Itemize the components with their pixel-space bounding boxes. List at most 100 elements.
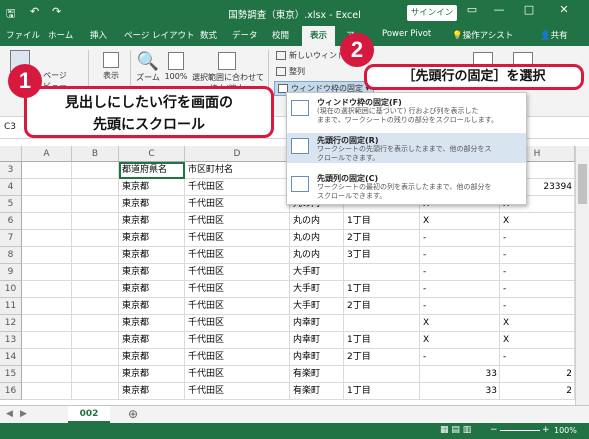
- row-header[interactable]: 12: [0, 315, 22, 332]
- cell[interactable]: 東京都: [119, 332, 185, 349]
- cell[interactable]: [22, 366, 72, 383]
- cell[interactable]: 33: [420, 383, 500, 400]
- prev-sheet-icon[interactable]: ◀: [6, 409, 13, 419]
- row-header[interactable]: 14: [0, 349, 22, 366]
- cell[interactable]: 2: [500, 383, 575, 400]
- row-header[interactable]: 10: [0, 281, 22, 298]
- row-header[interactable]: 9: [0, 264, 22, 281]
- cell[interactable]: [72, 332, 119, 349]
- column-header-b[interactable]: B: [72, 146, 119, 162]
- cell[interactable]: 丸の内: [290, 247, 344, 264]
- maximize-button[interactable]: □: [520, 3, 538, 16]
- cell[interactable]: -: [500, 298, 575, 315]
- signin-button[interactable]: サインイン: [407, 5, 457, 21]
- cell[interactable]: 千代田区: [185, 247, 290, 264]
- row-header[interactable]: 3: [0, 162, 22, 179]
- cell[interactable]: 有楽町: [290, 366, 344, 383]
- cell[interactable]: 東京都: [119, 230, 185, 247]
- cell[interactable]: 2丁目: [344, 230, 420, 247]
- cell[interactable]: 東京都: [119, 366, 185, 383]
- sheet-tab-002[interactable]: 002: [68, 406, 110, 423]
- cell[interactable]: [22, 298, 72, 315]
- row-header[interactable]: 15: [0, 366, 22, 383]
- cell[interactable]: 千代田区: [185, 213, 290, 230]
- undo-icon[interactable]: ↶: [30, 5, 39, 18]
- cell[interactable]: [72, 196, 119, 213]
- cell[interactable]: [22, 315, 72, 332]
- cell[interactable]: 千代田区: [185, 315, 290, 332]
- cell[interactable]: [344, 366, 420, 383]
- cell[interactable]: 1丁目: [344, 332, 420, 349]
- row-header[interactable]: 7: [0, 230, 22, 247]
- cell[interactable]: [344, 264, 420, 281]
- row-header[interactable]: 8: [0, 247, 22, 264]
- show-button[interactable]: 表示: [96, 52, 126, 81]
- freeze-panes-item[interactable]: ウィンドウ枠の固定(F) (現在の選択範囲に基づいて) 行および列を表示した まま…: [287, 95, 526, 125]
- cell[interactable]: -: [420, 264, 500, 281]
- cell[interactable]: [72, 179, 119, 196]
- cell[interactable]: [72, 315, 119, 332]
- row-header[interactable]: 16: [0, 383, 22, 400]
- cell[interactable]: 1丁目: [344, 281, 420, 298]
- cell[interactable]: X: [500, 315, 575, 332]
- cell[interactable]: [72, 162, 119, 179]
- cell[interactable]: 大手町: [290, 298, 344, 315]
- row-header[interactable]: 11: [0, 298, 22, 315]
- minimize-button[interactable]: —: [490, 3, 508, 16]
- cell[interactable]: 千代田区: [185, 332, 290, 349]
- selected-cell-c3[interactable]: 都道府県名: [119, 162, 185, 179]
- cell[interactable]: -: [500, 349, 575, 366]
- cell[interactable]: 大手町: [290, 281, 344, 298]
- cell[interactable]: -: [420, 281, 500, 298]
- redo-icon[interactable]: ↷: [52, 5, 61, 18]
- cell[interactable]: [72, 383, 119, 400]
- tab-file[interactable]: ファイル: [6, 29, 40, 41]
- cell[interactable]: 千代田区: [185, 298, 290, 315]
- tab-tell-me[interactable]: 💡操作アシスト: [452, 29, 513, 41]
- zoom-out-icon[interactable]: −: [490, 425, 498, 435]
- freeze-first-column-item[interactable]: 先頭列の固定(C) ワークシートの最初の列を表示したままで、他の部分を スクロール…: [287, 171, 526, 201]
- cell[interactable]: 大手町: [290, 264, 344, 281]
- cell[interactable]: -: [500, 264, 575, 281]
- cell[interactable]: X: [500, 213, 575, 230]
- cell[interactable]: 東京都: [119, 349, 185, 366]
- cell[interactable]: 東京都: [119, 196, 185, 213]
- cell[interactable]: X: [500, 332, 575, 349]
- cell[interactable]: 3丁目: [344, 247, 420, 264]
- cell[interactable]: [22, 281, 72, 298]
- cell[interactable]: [72, 264, 119, 281]
- row-header[interactable]: 6: [0, 213, 22, 230]
- cell[interactable]: 東京都: [119, 383, 185, 400]
- column-header-d[interactable]: D: [185, 146, 290, 162]
- ribbon-options-icon[interactable]: ▭: [463, 3, 481, 16]
- cell[interactable]: 東京都: [119, 281, 185, 298]
- cell[interactable]: 東京都: [119, 213, 185, 230]
- zoom-slider[interactable]: [500, 430, 540, 431]
- cell[interactable]: X: [420, 213, 500, 230]
- zoom-level[interactable]: 100%: [554, 426, 577, 435]
- cell[interactable]: 市区町村名: [185, 162, 290, 179]
- cell[interactable]: 1丁目: [344, 383, 420, 400]
- tab-formulas[interactable]: 数式: [200, 29, 217, 41]
- cell[interactable]: 千代田区: [185, 179, 290, 196]
- cell[interactable]: 東京都: [119, 298, 185, 315]
- cell[interactable]: [72, 349, 119, 366]
- save-icon[interactable]: 🖫: [6, 5, 15, 24]
- cell[interactable]: 千代田区: [185, 281, 290, 298]
- cell[interactable]: 千代田区: [185, 366, 290, 383]
- tab-insert[interactable]: 挿入: [90, 29, 107, 41]
- cell[interactable]: 内幸町: [290, 315, 344, 332]
- tab-power-pivot[interactable]: Power Pivot: [382, 29, 431, 39]
- cell[interactable]: 丸の内: [290, 230, 344, 247]
- arrange-button[interactable]: 整列: [276, 66, 305, 77]
- cell[interactable]: [22, 332, 72, 349]
- tab-data[interactable]: データ: [232, 29, 258, 41]
- cell[interactable]: [22, 230, 72, 247]
- view-mode-icons[interactable]: ▦ ▤ ▥: [440, 425, 471, 435]
- cell[interactable]: [22, 162, 72, 179]
- cell[interactable]: [22, 264, 72, 281]
- cell[interactable]: [22, 349, 72, 366]
- freeze-top-row-item[interactable]: 先頭行の固定(R) ワークシートの先頭行を表示したままで、他の部分をス クロールで…: [287, 133, 526, 163]
- cell[interactable]: 東京都: [119, 264, 185, 281]
- cell[interactable]: 33: [420, 366, 500, 383]
